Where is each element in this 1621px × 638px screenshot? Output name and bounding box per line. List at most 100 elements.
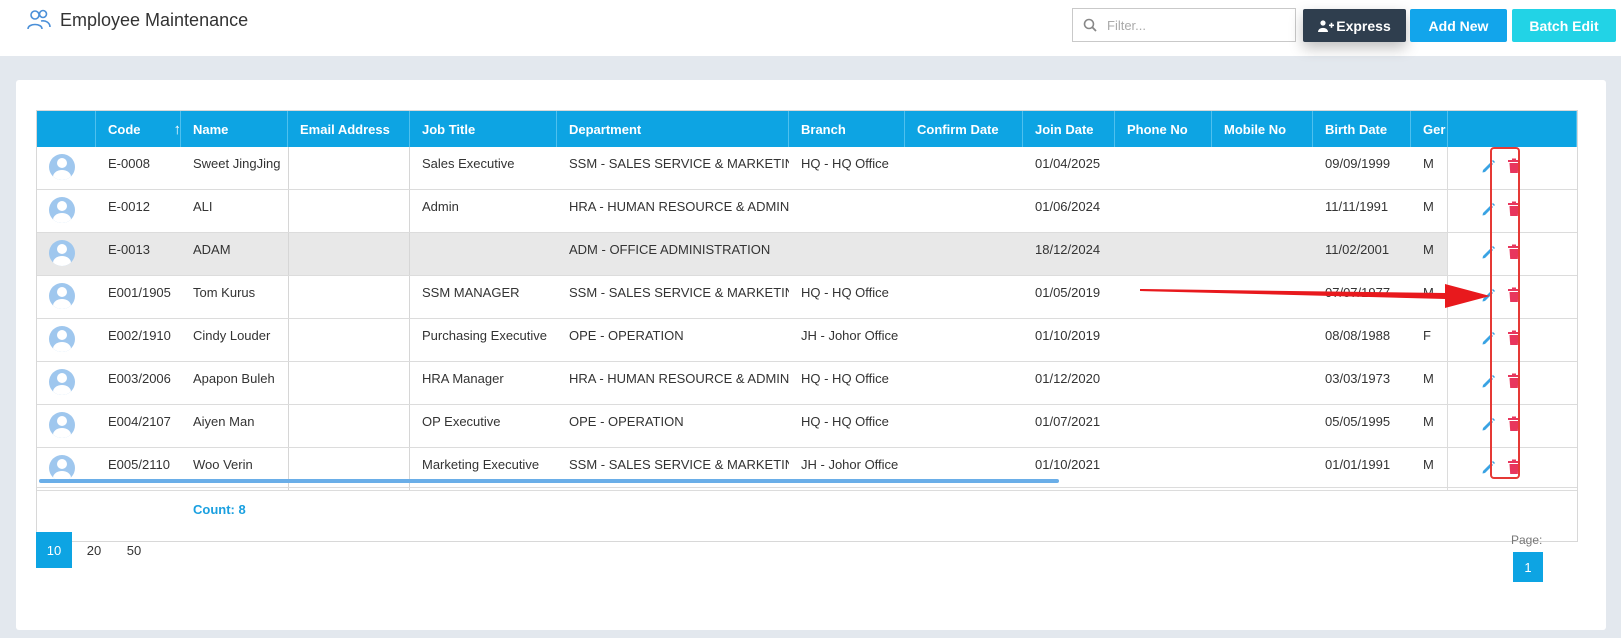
delete-trash-icon[interactable] [1506,286,1522,304]
cell-confirm-date [905,405,1023,447]
edit-pencil-icon[interactable] [1480,415,1496,433]
cell-mobile-no [1212,448,1313,490]
delete-trash-icon[interactable] [1506,372,1522,390]
cell-birth-date: 01/01/1991 [1325,457,1391,472]
express-button[interactable]: Express [1303,9,1406,42]
cell-phone-no [1115,276,1212,318]
column-header-name[interactable]: Name [181,111,288,147]
cell-phone-no [1115,448,1212,490]
column-header-label: Department [569,121,642,137]
delete-trash-icon[interactable] [1506,458,1522,476]
cell-mobile-no [1212,147,1313,189]
table-row[interactable]: E003/2006 Apapon Buleh HRA Manager HRA - HU… [37,362,1577,405]
delete-trash-icon[interactable] [1506,243,1522,261]
edit-pencil-icon[interactable] [1480,243,1496,261]
page-label: Page: [1511,533,1543,547]
cell-avatar [37,448,96,490]
edit-pencil-icon[interactable] [1480,157,1496,175]
edit-pencil-icon[interactable] [1480,329,1496,347]
edit-pencil-icon[interactable] [1480,286,1496,304]
cell-email [288,448,410,490]
cell-branch: JH - Johor Office [801,457,899,472]
avatar [49,455,75,481]
page-size-selector: 10 20 50 [36,532,156,568]
page-button-current[interactable]: 1 [1513,552,1543,582]
cell-code: E-0013 [108,242,150,257]
row-actions [1447,405,1577,447]
table-row[interactable]: E-0012 ALI Admin HRA - HUMAN RESOURCE & ADM… [37,190,1577,233]
edit-pencil-icon[interactable] [1480,458,1496,476]
cell-department: ADM - OFFICE ADMINISTRATION [569,242,771,257]
cell-job-title: Purchasing Executive [422,328,548,343]
cell-confirm-date [905,233,1023,275]
column-header-email[interactable]: Email Address [288,111,410,147]
column-header-job-title[interactable]: Job Title [410,111,557,147]
column-header-label: Birth Date [1325,121,1388,137]
add-new-button[interactable]: Add New [1410,9,1507,42]
delete-trash-icon[interactable] [1506,200,1522,218]
cell-confirm-date [905,448,1023,490]
cell-confirm-date [905,147,1023,189]
filter-box[interactable] [1072,8,1296,42]
row-actions [1447,448,1577,490]
cell-name: ADAM [193,242,231,257]
delete-trash-icon[interactable] [1506,329,1522,347]
column-header-code[interactable]: Code ↑ [96,111,181,147]
cell-birth-date: 03/03/1973 [1325,371,1391,386]
avatar [49,240,75,266]
horizontal-scrollbar[interactable] [39,479,1059,483]
column-header-confirm-date[interactable]: Confirm Date [905,111,1023,147]
page-size-50[interactable]: 50 [116,532,152,568]
row-actions [1447,233,1577,275]
column-header-label: Ger [1423,121,1446,137]
column-header-phone-no[interactable]: Phone No [1115,111,1212,147]
cell-birth-date: 09/09/1999 [1325,156,1391,171]
table-row[interactable]: E004/2107 Aiyen Man OP Executive OPE - OPER… [37,405,1577,448]
employee-grid: Code ↑ Name Email Address Job Title Departmen… [36,110,1578,542]
cell-avatar [37,147,96,189]
cell-join-date: 01/06/2024 [1035,199,1101,214]
cell-branch: HQ - HQ Office [801,371,889,386]
column-header-join-date[interactable]: Join Date [1023,111,1115,147]
cell-mobile-no [1212,362,1313,404]
cell-join-date: 01/07/2021 [1035,414,1101,429]
table-row[interactable]: E002/1910 Cindy Louder Purchasing Executiv… [37,319,1577,362]
filter-input[interactable] [1105,16,1289,34]
column-header-actions [1447,111,1577,147]
cell-email [288,276,410,318]
page-size-20[interactable]: 20 [76,532,112,568]
row-actions [1447,319,1577,361]
column-header-birth-date[interactable]: Birth Date [1313,111,1411,147]
column-header-branch[interactable]: Branch [789,111,905,147]
cell-birth-date: 05/05/1995 [1325,414,1391,429]
edit-pencil-icon[interactable] [1480,200,1496,218]
table-row[interactable]: E-0008 Sweet JingJing Sales Executive SSM -… [37,147,1577,190]
table-row[interactable]: E-0013 ADAM ADM - OFFICE ADMINISTRATION 18/… [37,233,1577,276]
page-size-10[interactable]: 10 [36,532,72,568]
avatar [49,197,75,223]
delete-trash-icon[interactable] [1506,157,1522,175]
column-header-avatar[interactable] [37,111,96,147]
cell-department: SSM - SALES SERVICE & MARKETING [569,285,789,300]
batch-edit-button[interactable]: Batch Edit [1512,9,1616,42]
sort-ascending-icon: ↑ [173,120,181,138]
delete-trash-icon[interactable] [1506,415,1522,433]
express-label: Express [1336,17,1391,34]
cell-department: OPE - OPERATION [569,414,684,429]
table-row[interactable]: E001/1905 Tom Kurus SSM MANAGER SSM - SALES… [37,276,1577,319]
cell-email [288,190,410,232]
row-actions [1447,276,1577,318]
cell-code: E005/2110 [108,457,170,472]
column-header-department[interactable]: Department [557,111,789,147]
title-area: Employee Maintenance [26,8,248,32]
column-header-mobile-no[interactable]: Mobile No [1212,111,1313,147]
cell-avatar [37,405,96,447]
cell-name: Tom Kurus [193,285,256,300]
avatar [49,154,75,180]
cell-email [288,362,410,404]
avatar [49,283,75,309]
cell-job-title: HRA Manager [422,371,504,386]
table-row[interactable]: E005/2110 Woo Verin Marketing Executive SSM… [37,448,1577,491]
edit-pencil-icon[interactable] [1480,372,1496,390]
cell-birth-date: 07/07/1977 [1325,285,1391,300]
